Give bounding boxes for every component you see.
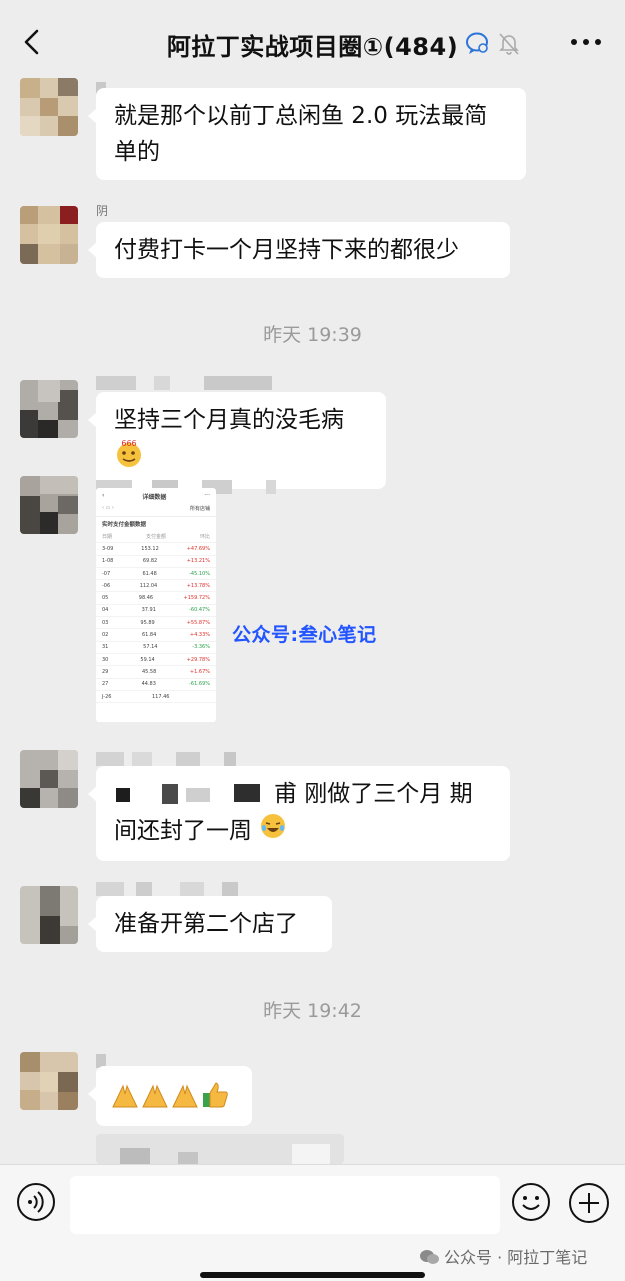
message-bubble[interactable]: 坚持三个月真的没毛病 666 bbox=[88, 392, 386, 489]
avatar[interactable] bbox=[20, 78, 78, 136]
group-chat-icon bbox=[466, 32, 488, 54]
avatar[interactable] bbox=[20, 886, 78, 944]
screenshot-row: 29 45.58 +1.67% bbox=[96, 666, 216, 679]
pray-hands-icon bbox=[140, 1080, 170, 1121]
message-bubble[interactable]: 付费打卡一个月坚持下来的都很少 bbox=[88, 222, 510, 278]
message-bubble[interactable]: 准备开第二个店了 bbox=[88, 896, 332, 952]
nickname bbox=[96, 372, 276, 390]
chat-status-icons bbox=[466, 30, 526, 56]
screenshot-row: 02 61.84 +4.33% bbox=[96, 629, 216, 642]
screenshot-row: 05 98.46 +159.72% bbox=[96, 592, 216, 605]
screenshot-row: 03 95.89 +55.87% bbox=[96, 617, 216, 630]
avatar[interactable] bbox=[20, 476, 78, 534]
message-bubble[interactable] bbox=[88, 1066, 252, 1126]
screenshot-row: 30 59.14 +29.78% bbox=[96, 654, 216, 667]
screenshot-section: 实时支付金额数据 bbox=[102, 522, 147, 528]
emoji-666-icon: 666 bbox=[114, 438, 144, 479]
svg-text:666: 666 bbox=[121, 439, 136, 448]
screenshot-title: 详细数据 bbox=[142, 494, 167, 501]
pray-hands-icon bbox=[170, 1080, 200, 1121]
mute-bell-icon bbox=[499, 33, 519, 55]
message-bubble[interactable]: 甫 刚做了三个月 期间还封了一周 bbox=[88, 766, 510, 861]
nickname: 阴 bbox=[96, 204, 109, 218]
wechat-logo-icon bbox=[420, 1249, 440, 1269]
screenshot-row: 3-09 153.12 +47.69% bbox=[96, 543, 216, 556]
nickname bbox=[96, 748, 240, 766]
chat-title: 阿拉丁实战项目圈①(484) bbox=[166, 33, 459, 61]
avatar[interactable] bbox=[20, 750, 78, 808]
nickname bbox=[96, 878, 242, 896]
nickname bbox=[96, 1050, 110, 1068]
screenshot-row: 27 44.83 -61.69% bbox=[96, 679, 216, 691]
screenshot-row: 31 57.14 -3.36% bbox=[96, 642, 216, 654]
message-input[interactable] bbox=[70, 1176, 500, 1234]
thumbs-up-icon bbox=[200, 1080, 230, 1121]
screenshot-row: -06 112.04 +13.78% bbox=[96, 580, 216, 593]
laugh-cry-emoji-icon bbox=[259, 812, 287, 851]
emoji-icon[interactable] bbox=[511, 1182, 551, 1222]
screenshot-row: 04 37.91 -60.47% bbox=[96, 605, 216, 618]
shared-screenshot-image[interactable]: ‹ 详细数据 ··· ‹ ▭ › 所有店铺 实时支付金额数据 日期 支付金额 环比 3-0… bbox=[96, 488, 216, 722]
screenshot-row: 1-08 69.82 +13.21% bbox=[96, 556, 216, 568]
avatar[interactable] bbox=[20, 206, 78, 264]
voice-icon[interactable] bbox=[16, 1182, 56, 1222]
timestamp: 昨天 19:42 bbox=[263, 1000, 362, 1022]
footer-watermark: 公众号 · 阿拉丁笔记 bbox=[420, 1244, 587, 1269]
home-indicator bbox=[200, 1272, 425, 1278]
message-bubble-partial bbox=[96, 1134, 344, 1164]
timestamp: 昨天 19:39 bbox=[263, 324, 362, 346]
avatar[interactable] bbox=[20, 380, 78, 438]
screenshot-row: -07 61.48 -45.10% bbox=[96, 568, 216, 581]
avatar[interactable] bbox=[20, 1052, 78, 1110]
message-bubble[interactable]: 就是那个以前丁总闲鱼 2.0 玩法最简单的 bbox=[88, 88, 526, 180]
screenshot-row: J-26 117.46 bbox=[96, 691, 216, 704]
pray-hands-icon bbox=[110, 1080, 140, 1121]
plus-icon[interactable] bbox=[568, 1182, 610, 1224]
message-text: 坚持三个月真的没毛病 bbox=[114, 407, 344, 433]
watermark-text: 公众号:叁心笔记 bbox=[232, 624, 377, 646]
more-dots-icon[interactable] bbox=[566, 28, 606, 56]
screenshot-tab: 所有店铺 bbox=[189, 506, 210, 512]
